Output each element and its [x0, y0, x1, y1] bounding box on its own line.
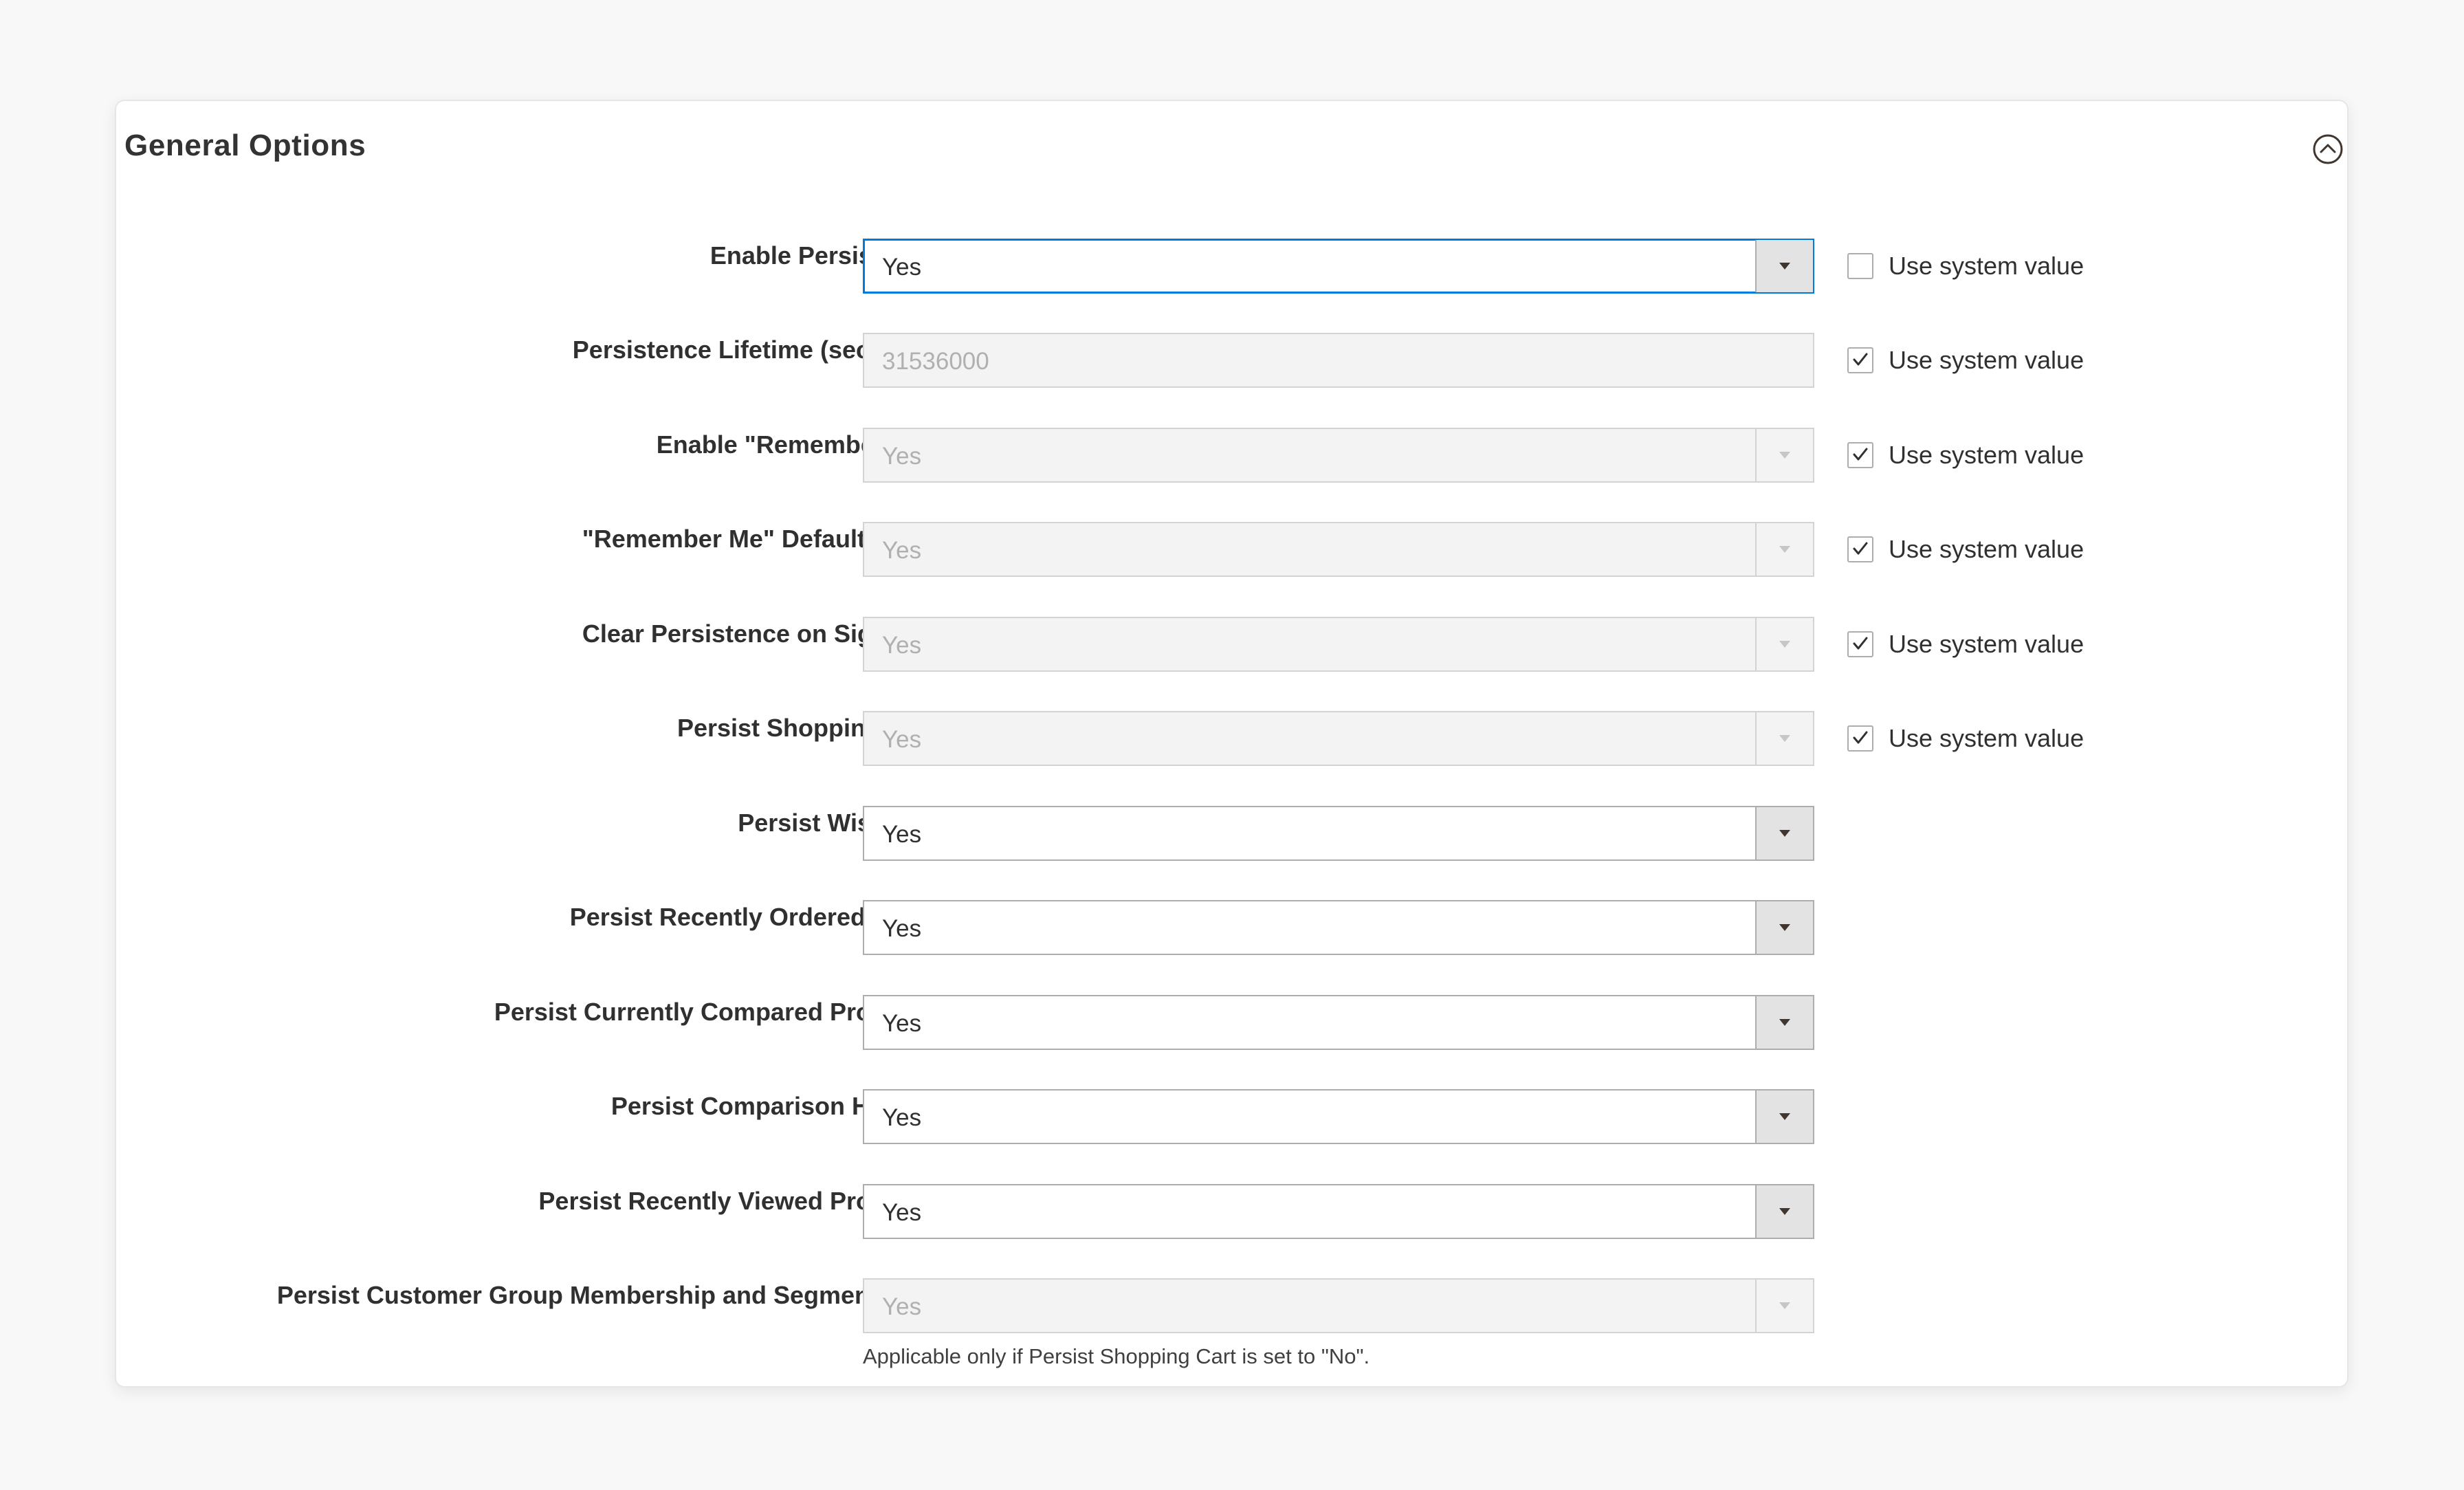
dropdown-arrow[interactable]	[1755, 807, 1813, 859]
select-value: Yes	[882, 915, 922, 942]
persist-customer-group-select[interactable]: Yes	[863, 1278, 1814, 1333]
checkmark-icon	[1853, 353, 1868, 366]
dropdown-arrow[interactable]	[1755, 712, 1813, 765]
persistence-lifetime-input[interactable]: 31536000	[863, 333, 1814, 388]
caret-down-icon	[1779, 546, 1790, 553]
row-enable-persistence: Enable Persistence Yes Use system value	[116, 239, 2347, 296]
row-persist-shopping-cart: Persist Shopping Cart Yes Use system val…	[116, 711, 2347, 769]
use-system-value-label: Use system value	[1889, 441, 2084, 469]
enable-remember-me-select[interactable]: Yes	[863, 428, 1814, 483]
checkmark-icon	[1853, 731, 1868, 744]
use-system-value-checkbox[interactable]: Use system value	[1847, 723, 2084, 754]
checkmark-icon	[1853, 637, 1868, 650]
caret-down-icon	[1779, 735, 1790, 742]
row-persist-customer-group: Persist Customer Group Membership and Se…	[116, 1278, 2347, 1368]
use-system-value-checkbox[interactable]: Use system value	[1847, 440, 2084, 470]
general-options-panel: General Options Enable Persistence Yes U…	[115, 100, 2348, 1388]
row-enable-remember-me: Enable "Remember Me" Yes Use system valu…	[116, 428, 2347, 485]
row-persist-wish-list: Persist Wish List Yes	[116, 806, 2347, 864]
row-clear-persistence: Clear Persistence on Sign Out Yes Use sy…	[116, 617, 2347, 675]
select-value: Yes	[882, 821, 922, 848]
input-value: 31536000	[882, 348, 989, 375]
checkbox-checked[interactable]	[1847, 442, 1873, 468]
row-persistence-lifetime: Persistence Lifetime (seconds) 31536000 …	[116, 333, 2347, 391]
section-title: General Options	[124, 129, 366, 162]
dropdown-arrow[interactable]	[1755, 523, 1813, 576]
row-remember-me-default: "Remember Me" Default Value Yes Use syst…	[116, 522, 2347, 580]
checkbox-unchecked[interactable]	[1847, 253, 1873, 279]
use-system-value-label: Use system value	[1889, 346, 2084, 374]
persist-shopping-cart-select[interactable]: Yes	[863, 711, 1814, 766]
caret-down-icon	[1779, 1113, 1790, 1120]
caret-down-icon	[1779, 641, 1790, 648]
row-persist-recently-viewed: Persist Recently Viewed Products Yes	[116, 1184, 2347, 1242]
dropdown-arrow[interactable]	[1755, 429, 1813, 481]
select-value: Yes	[882, 632, 922, 659]
dropdown-arrow[interactable]	[1755, 1280, 1813, 1332]
caret-down-icon	[1779, 924, 1790, 931]
enable-persistence-select[interactable]: Yes	[863, 239, 1814, 294]
field-label: Persist Customer Group Membership and Se…	[276, 1281, 937, 1309]
field-note: Applicable only if Persist Shopping Cart…	[863, 1344, 1370, 1368]
select-value: Yes	[882, 1293, 922, 1320]
chevron-up-circle-icon[interactable]	[2311, 133, 2344, 166]
clear-persistence-select[interactable]: Yes	[863, 617, 1814, 672]
select-value: Yes	[882, 443, 922, 470]
select-value: Yes	[882, 1010, 922, 1037]
persist-recently-viewed-select[interactable]: Yes	[863, 1184, 1814, 1239]
use-system-value-label: Use system value	[1889, 252, 2084, 280]
use-system-value-label: Use system value	[1889, 724, 2084, 752]
row-persist-recently-ordered: Persist Recently Ordered Items Yes	[116, 900, 2347, 958]
use-system-value-checkbox[interactable]: Use system value	[1847, 629, 2084, 659]
dropdown-arrow[interactable]	[1755, 1091, 1813, 1143]
use-system-value-checkbox[interactable]: Use system value	[1847, 345, 2084, 375]
checkbox-checked[interactable]	[1847, 536, 1873, 562]
dropdown-arrow[interactable]	[1755, 901, 1813, 954]
select-value: Yes	[882, 726, 922, 753]
dropdown-arrow[interactable]	[1755, 996, 1813, 1049]
select-value: Yes	[882, 1199, 922, 1226]
dropdown-arrow[interactable]	[1755, 240, 1813, 292]
checkmark-icon	[1853, 448, 1868, 461]
checkbox-checked[interactable]	[1847, 347, 1873, 373]
row-persist-currently-compared: Persist Currently Compared Products Yes	[116, 995, 2347, 1053]
use-system-value-checkbox[interactable]: Use system value	[1847, 534, 2084, 565]
persist-currently-compared-select[interactable]: Yes	[863, 995, 1814, 1050]
caret-down-icon	[1779, 1208, 1790, 1215]
row-persist-comparison-history: Persist Comparison History Yes	[116, 1089, 2347, 1147]
select-value: Yes	[882, 1104, 922, 1131]
dropdown-arrow[interactable]	[1755, 618, 1813, 670]
persist-recently-ordered-select[interactable]: Yes	[863, 900, 1814, 955]
remember-me-default-select[interactable]: Yes	[863, 522, 1814, 577]
use-system-value-checkbox[interactable]: Use system value	[1847, 251, 2084, 281]
checkmark-icon	[1853, 542, 1868, 555]
select-value: Yes	[882, 537, 922, 564]
caret-down-icon	[1779, 263, 1790, 270]
caret-down-icon	[1779, 1302, 1790, 1309]
use-system-value-label: Use system value	[1889, 535, 2084, 563]
persist-comparison-history-select[interactable]: Yes	[863, 1089, 1814, 1144]
persist-wish-list-select[interactable]: Yes	[863, 806, 1814, 861]
caret-down-icon	[1779, 452, 1790, 459]
caret-down-icon	[1779, 1019, 1790, 1026]
caret-down-icon	[1779, 830, 1790, 837]
use-system-value-label: Use system value	[1889, 630, 2084, 658]
dropdown-arrow[interactable]	[1755, 1185, 1813, 1238]
select-value: Yes	[882, 254, 922, 281]
checkbox-checked[interactable]	[1847, 631, 1873, 657]
checkbox-checked[interactable]	[1847, 725, 1873, 752]
